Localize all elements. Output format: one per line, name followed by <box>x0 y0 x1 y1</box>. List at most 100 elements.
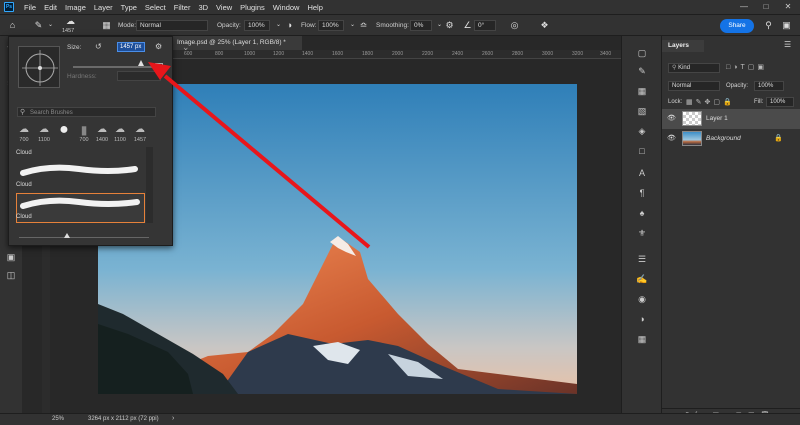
layer-row-background[interactable]: 👁 Background 🔒 <box>662 129 800 149</box>
menu-window[interactable]: Window <box>269 3 304 12</box>
properties-icon[interactable]: ☰ <box>635 252 649 266</box>
adjustments-icon[interactable]: ◈ <box>635 124 649 138</box>
history-icon[interactable]: ▢ <box>635 46 649 60</box>
styles-icon[interactable]: ▧ <box>635 104 649 118</box>
brush-thumb-cloud[interactable]: ☁ <box>15 123 33 137</box>
zoom-level[interactable]: 25% <box>52 416 64 422</box>
symmetry-icon[interactable]: ❖ <box>538 19 551 32</box>
size-input[interactable]: 1457 px <box>117 42 145 52</box>
hardness-input[interactable] <box>117 71 161 81</box>
layers-tab[interactable]: Layers <box>662 40 704 52</box>
brush-angle-preview[interactable] <box>18 46 60 88</box>
menu-edit[interactable]: Edit <box>40 3 61 12</box>
share-button[interactable]: Share <box>720 19 754 33</box>
brush-thumb-cloud[interactable]: ☁ <box>35 123 53 137</box>
menu-view[interactable]: View <box>212 3 236 12</box>
brush-preset-label[interactable]: Cloud <box>16 150 146 156</box>
paths-icon[interactable]: ⚜ <box>635 226 649 240</box>
brush-preset-label[interactable]: Cloud <box>16 182 146 188</box>
pressure-opacity-icon[interactable]: ◑ <box>283 19 296 32</box>
workspace-icon[interactable]: ▣ <box>780 19 793 32</box>
opacity-input[interactable]: 100% <box>244 20 270 31</box>
menu-plugins[interactable]: Plugins <box>236 3 269 12</box>
brush-tool-icon[interactable]: ✍ <box>635 272 649 286</box>
new-preset-icon[interactable]: + <box>155 63 163 71</box>
ruler-tick: 1800 <box>362 51 374 57</box>
layer-row-layer-1[interactable]: 👁 Layer 1 <box>662 109 800 129</box>
close-icon[interactable]: ✕ <box>778 0 798 14</box>
panel-menu-icon[interactable]: ☰ <box>784 40 791 49</box>
smoothing-input[interactable]: 0% <box>410 20 432 31</box>
menu-type[interactable]: Type <box>117 3 141 12</box>
gear-icon[interactable]: ⚙ <box>155 42 162 51</box>
brush-settings-icon[interactable]: ✎ <box>635 64 649 78</box>
brush-thumb-cloud[interactable]: ☁ <box>111 123 129 137</box>
brush-settings-icon[interactable]: ▦ <box>100 19 113 32</box>
layer-name[interactable]: Layer 1 <box>706 115 728 122</box>
character-icon[interactable]: A <box>635 166 649 180</box>
layer-name[interactable]: Background <box>706 135 741 142</box>
glyphs-icon[interactable]: ♠ <box>635 206 649 220</box>
menu-help[interactable]: Help <box>303 3 326 12</box>
search-brushes-input[interactable]: Search Brushes <box>17 107 156 117</box>
size-label: Size: <box>67 44 82 51</box>
maximize-icon[interactable]: □ <box>756 0 776 14</box>
status-chevron-icon[interactable]: › <box>172 415 174 422</box>
layer-thumbnail-transparent <box>682 111 702 126</box>
angle-icon[interactable]: ∠ <box>461 19 474 32</box>
menu-image[interactable]: Image <box>61 3 90 12</box>
mode-label: Mode: <box>118 22 137 29</box>
brush-thumb-cloud[interactable]: ☁ <box>131 123 149 137</box>
menu-3d[interactable]: 3D <box>194 3 212 12</box>
cloud-brush-preset-icon[interactable]: ☁ <box>64 15 77 28</box>
lock-options-icons[interactable]: ▦✎✥▢🔒 <box>686 98 735 106</box>
menu-file[interactable]: File <box>20 3 40 12</box>
menu-filter[interactable]: Filter <box>170 3 195 12</box>
document-tab[interactable]: Image.psd @ 25% (Layer 1, RGB/8) * ✕ <box>172 36 302 54</box>
size-slider-track[interactable] <box>73 66 153 68</box>
brush-preset-label[interactable]: Cloud <box>16 214 146 220</box>
brush-tip-crosshair-icon <box>22 50 58 86</box>
brush-thumb-soft[interactable]: ▮ <box>75 123 93 137</box>
blend-mode-dropdown[interactable]: Normal <box>668 81 720 91</box>
brush-thumb-cloud[interactable]: ☁ <box>93 123 111 137</box>
eye-icon[interactable]: 👁 <box>667 134 676 142</box>
paragraph-icon[interactable]: ¶ <box>635 186 649 200</box>
flow-input[interactable]: 100% <box>318 20 344 31</box>
search-icon[interactable]: ⚲ <box>762 19 775 32</box>
fill-input[interactable]: 100% <box>766 97 794 107</box>
filter-kind-dropdown[interactable]: ⚲ Kind <box>668 63 720 73</box>
airbrush-icon[interactable]: ≏ <box>357 19 370 32</box>
ruler-tick: 2600 <box>482 51 494 57</box>
quick-mask-icon[interactable]: ◫ <box>4 268 18 282</box>
layers-icon[interactable]: ▦ <box>635 332 649 346</box>
preset-scrollbar[interactable] <box>146 147 153 223</box>
channels-icon[interactable]: ◑ <box>635 312 649 326</box>
angle-input[interactable]: 0° <box>474 20 496 31</box>
minimize-icon[interactable]: — <box>734 0 754 14</box>
swatches-icon[interactable]: ▦ <box>635 84 649 98</box>
mode-dropdown[interactable]: Normal <box>136 20 208 31</box>
menu-layer[interactable]: Layer <box>90 3 117 12</box>
brush-stroke-preview[interactable] <box>19 194 141 214</box>
preview-size-handle[interactable] <box>64 233 70 238</box>
reset-size-icon[interactable]: ↺ <box>95 42 102 51</box>
menu-select[interactable]: Select <box>141 3 170 12</box>
chevron-down-icon[interactable]: ⌄ <box>44 19 57 32</box>
brush-stroke-preview[interactable] <box>19 161 139 181</box>
screen-mode-icon[interactable]: ▣ <box>4 250 18 264</box>
status-bar: 25% 3264 px x 2112 px (72 ppi) › <box>0 413 800 425</box>
home-icon[interactable]: ⌂ <box>6 19 19 32</box>
ruler-tick: 2400 <box>452 51 464 57</box>
brush-thumb-round[interactable]: ● <box>55 122 73 138</box>
eye-icon[interactable]: 👁 <box>667 114 676 122</box>
brush-size-readout[interactable]: 1457 <box>62 28 74 34</box>
color-icon[interactable]: ◉ <box>635 292 649 306</box>
gear-icon[interactable]: ⚙ <box>443 19 456 32</box>
opacity-input[interactable]: 100% <box>754 81 784 91</box>
size-slider-handle[interactable] <box>138 60 144 66</box>
pressure-size-icon[interactable]: ◎ <box>508 19 521 32</box>
libraries-icon[interactable]: □ <box>635 144 649 158</box>
preview-size-slider[interactable] <box>19 237 149 238</box>
layer-filter-icons[interactable]: □◑T▢▣ <box>726 63 767 71</box>
